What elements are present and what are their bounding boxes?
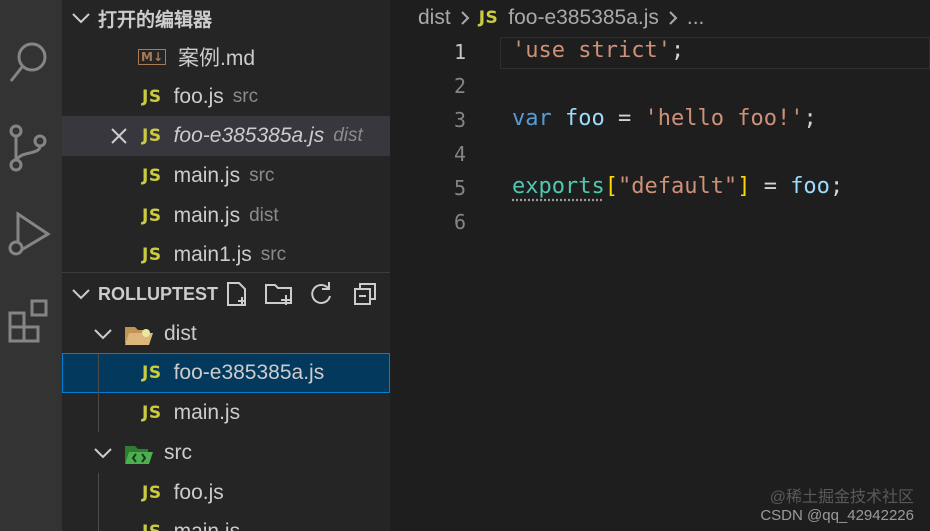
tree-file[interactable]: JS main.js bbox=[62, 393, 390, 433]
tree-folder-src[interactable]: src bbox=[62, 433, 390, 473]
file-name: 案例.md bbox=[178, 47, 256, 70]
js-file-icon: JS bbox=[142, 363, 162, 383]
refresh-icon[interactable] bbox=[308, 281, 334, 307]
keyword-token: var bbox=[512, 106, 552, 131]
new-folder-icon[interactable] bbox=[264, 281, 294, 307]
punct-token: ; bbox=[670, 38, 685, 63]
tree-file-selected[interactable]: JS foo-e385385a.js bbox=[62, 353, 390, 393]
operator-token: = bbox=[618, 106, 632, 131]
file-name: main.js bbox=[173, 401, 241, 424]
file-name: main1.js bbox=[173, 243, 252, 266]
js-file-icon: JS bbox=[142, 126, 162, 146]
collapse-all-icon[interactable] bbox=[352, 281, 378, 307]
file-name: main.js bbox=[174, 520, 241, 531]
file-dir: src bbox=[249, 165, 275, 186]
project-header[interactable]: ROLLUPTEST bbox=[62, 274, 390, 314]
tree-folder-dist[interactable]: dist bbox=[62, 314, 390, 354]
code-line-3[interactable]: var foo = 'hello foo!'; bbox=[512, 106, 817, 131]
bracket-token: [ bbox=[604, 174, 618, 199]
line-number: 2 bbox=[453, 74, 466, 98]
breadcrumb-more[interactable]: ... bbox=[687, 6, 705, 30]
js-file-icon: JS bbox=[478, 8, 499, 28]
file-name: main.js bbox=[173, 204, 241, 227]
tree-file[interactable]: JS foo.js bbox=[62, 473, 390, 513]
chevron-down-icon bbox=[94, 448, 112, 459]
breadcrumb-folder[interactable]: dist bbox=[418, 6, 451, 30]
close-icon[interactable] bbox=[110, 127, 128, 145]
object-token: exports bbox=[512, 174, 605, 199]
variable-token: foo bbox=[565, 106, 605, 131]
run-debug-icon[interactable] bbox=[0, 205, 62, 261]
breadcrumb: dist JS foo-e385385a.js ... bbox=[418, 4, 704, 32]
project-title: ROLLUPTEST bbox=[98, 283, 218, 304]
file-name: foo-e385385a.js bbox=[173, 124, 325, 147]
chevron-down-icon bbox=[94, 329, 112, 340]
source-control-icon[interactable] bbox=[0, 120, 62, 176]
indent-guide bbox=[98, 354, 99, 432]
file-name: foo.js bbox=[173, 85, 224, 108]
line-number: 6 bbox=[453, 210, 466, 234]
open-editor-item-active[interactable]: JS foo-e385385a.js dist bbox=[62, 116, 390, 156]
chevron-right-icon bbox=[669, 11, 678, 25]
file-name: main.js bbox=[173, 164, 241, 187]
line-number: 5 bbox=[453, 176, 466, 200]
open-editor-item[interactable]: JS main.js src bbox=[62, 156, 390, 196]
open-editor-item[interactable]: JS main.js dist bbox=[62, 196, 390, 236]
folder-open-icon bbox=[125, 327, 153, 345]
js-file-icon: JS bbox=[142, 403, 162, 423]
js-file-icon: JS bbox=[142, 87, 162, 107]
operator-token: = bbox=[763, 174, 777, 199]
watermark: @稀土掘金技术社区 CSDN @qq_42942226 bbox=[760, 489, 914, 525]
code-line-5[interactable]: exports["default"] = foo; bbox=[512, 174, 843, 199]
js-file-icon: JS bbox=[142, 206, 162, 226]
file-name: foo.js bbox=[173, 481, 224, 504]
tree-file[interactable]: JS main.js bbox=[62, 512, 390, 531]
js-file-icon: JS bbox=[142, 166, 162, 186]
chevron-right-icon bbox=[460, 11, 470, 25]
open-editor-item[interactable]: M↓ 案例.md bbox=[62, 37, 390, 77]
folder-name: src bbox=[164, 441, 192, 464]
file-dir: dist bbox=[333, 125, 363, 146]
bracket-token: ] bbox=[737, 174, 751, 199]
js-file-icon: JS bbox=[142, 522, 162, 531]
string-token: "default" bbox=[617, 174, 738, 199]
line-number: 3 bbox=[453, 108, 466, 132]
variable-token: foo bbox=[790, 174, 830, 199]
search-icon[interactable] bbox=[0, 34, 62, 90]
activity-bar bbox=[0, 0, 62, 531]
open-editors-title: 打开的编辑器 bbox=[98, 9, 213, 31]
extensions-icon[interactable] bbox=[0, 292, 62, 348]
breadcrumb-file[interactable]: foo-e385385a.js bbox=[508, 6, 659, 30]
file-dir: dist bbox=[249, 205, 279, 226]
chevron-down-icon bbox=[72, 13, 90, 24]
folder-name: dist bbox=[164, 322, 197, 345]
code-line-1[interactable]: 'use strict'; bbox=[512, 38, 684, 63]
editor-pane[interactable]: dist JS foo-e385385a.js ... 1 2 3 4 5 6 … bbox=[390, 0, 930, 531]
open-editor-item[interactable]: JS main1.js src bbox=[62, 235, 390, 275]
markdown-icon: M↓ bbox=[138, 49, 166, 65]
js-file-icon: JS bbox=[142, 483, 162, 503]
section-divider bbox=[62, 272, 390, 273]
file-name: foo-e385385a.js bbox=[173, 361, 325, 384]
line-number: 4 bbox=[453, 142, 466, 166]
string-token: 'use strict' bbox=[512, 38, 671, 63]
line-number: 1 bbox=[453, 40, 466, 64]
string-token: 'hello foo!' bbox=[644, 106, 804, 131]
open-editor-item[interactable]: JS foo.js src bbox=[62, 77, 390, 117]
file-dir: src bbox=[260, 244, 287, 265]
indent-guide bbox=[98, 473, 99, 531]
folder-src-icon bbox=[125, 446, 153, 464]
new-file-icon[interactable] bbox=[224, 281, 250, 307]
explorer-sidebar: 打开的编辑器 M↓ 案例.md JS foo.js src JS foo-e38… bbox=[62, 0, 390, 531]
file-dir: src bbox=[232, 86, 259, 107]
js-file-icon: JS bbox=[142, 245, 162, 265]
chevron-down-icon bbox=[72, 289, 90, 300]
open-editors-header[interactable]: 打开的编辑器 bbox=[62, 0, 390, 38]
watermark-line1: @稀土掘金技术社区 bbox=[769, 489, 914, 506]
punct-token: ; bbox=[803, 106, 817, 131]
watermark-line2: CSDN @qq_42942226 bbox=[760, 507, 914, 524]
punct-token: ; bbox=[829, 174, 844, 199]
